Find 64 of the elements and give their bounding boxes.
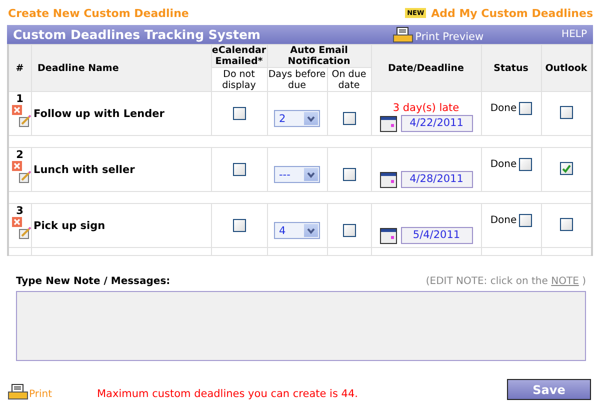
limit-message: Maximum custom deadlines you can create is 44. bbox=[97, 388, 359, 400]
late-note: 3 day(s) late bbox=[392, 102, 460, 114]
add-link[interactable]: Add My Custom Deadlines bbox=[431, 6, 593, 20]
on-due-date-checkbox[interactable] bbox=[342, 168, 356, 181]
column-subheader: Do not display bbox=[211, 68, 267, 92]
panel-title: Custom Deadlines Tracking System bbox=[13, 27, 262, 42]
days-before-select[interactable]: 4 bbox=[274, 222, 320, 239]
date-field[interactable]: 4/22/2011 bbox=[400, 115, 472, 132]
done-checkbox[interactable] bbox=[518, 102, 532, 115]
column-header: Auto Email Notification bbox=[267, 44, 371, 68]
on-due-date-checkbox[interactable] bbox=[342, 224, 356, 237]
outlook-checkbox[interactable] bbox=[560, 162, 573, 176]
print-link[interactable]: Print bbox=[29, 389, 52, 400]
calendar-icon[interactable] bbox=[380, 228, 396, 244]
edit-icon[interactable] bbox=[19, 115, 31, 127]
on-due-date-checkbox[interactable] bbox=[342, 112, 356, 125]
days-before-select[interactable]: 2 bbox=[274, 110, 320, 127]
column-subheader: On due date bbox=[327, 68, 371, 92]
column-header: eCalendar Emailed* bbox=[211, 44, 267, 68]
status-label: Done bbox=[490, 215, 517, 226]
note-link[interactable]: NOTE bbox=[551, 276, 579, 287]
delete-icon[interactable] bbox=[12, 161, 22, 171]
do-not-display-checkbox[interactable] bbox=[232, 219, 246, 232]
column-header: Date/Deadline bbox=[371, 44, 481, 92]
note-label: Type New Note / Messages: bbox=[16, 276, 170, 287]
edit-icon[interactable] bbox=[19, 227, 31, 239]
help-link[interactable]: HELP bbox=[562, 29, 587, 40]
done-checkbox[interactable] bbox=[518, 214, 532, 227]
create-link[interactable]: Create New Custom Deadline bbox=[8, 6, 189, 20]
chevron-down-icon[interactable] bbox=[307, 172, 315, 178]
outlook-checkbox[interactable] bbox=[560, 106, 573, 120]
save-button[interactable]: Save bbox=[507, 379, 591, 400]
delete-icon[interactable] bbox=[12, 105, 22, 115]
done-checkbox[interactable] bbox=[518, 158, 532, 171]
status-label: Done bbox=[490, 159, 517, 170]
row-number: 3 bbox=[15, 205, 24, 217]
column-header: Deadline Name bbox=[31, 44, 211, 92]
chevron-down-icon[interactable] bbox=[307, 116, 315, 122]
calendar-icon[interactable] bbox=[380, 116, 396, 132]
outlook-checkbox[interactable] bbox=[560, 218, 573, 232]
column-header: Outlook bbox=[541, 44, 592, 92]
deadline-name: Pick up sign bbox=[31, 204, 211, 248]
do-not-display-checkbox[interactable] bbox=[232, 107, 246, 120]
column-subheader: Days before due bbox=[267, 68, 327, 92]
row-number: 1 bbox=[15, 93, 24, 105]
days-before-select[interactable]: --- bbox=[274, 166, 320, 183]
chevron-down-icon[interactable] bbox=[307, 228, 315, 234]
date-field[interactable]: 4/28/2011 bbox=[400, 171, 472, 188]
do-not-display-checkbox[interactable] bbox=[232, 163, 246, 176]
column-header: Status bbox=[481, 44, 541, 92]
deadline-name: Follow up with Lender bbox=[31, 92, 211, 136]
printer-icon[interactable] bbox=[393, 26, 414, 42]
date-field[interactable]: 5/4/2011 bbox=[400, 227, 472, 244]
status-label: Done bbox=[490, 103, 517, 114]
delete-icon[interactable] bbox=[12, 217, 22, 227]
note-field[interactable] bbox=[16, 291, 586, 361]
print-icon[interactable] bbox=[8, 384, 28, 400]
print-preview-link[interactable]: Print Preview bbox=[415, 30, 484, 42]
edit-note-hint: (EDIT NOTE: click on the NOTE ) bbox=[426, 276, 586, 287]
column-header: # bbox=[8, 44, 31, 92]
row-number: 2 bbox=[15, 149, 24, 161]
deadline-name: Lunch with seller bbox=[31, 148, 211, 192]
calendar-icon[interactable] bbox=[380, 172, 396, 188]
edit-icon[interactable] bbox=[19, 171, 31, 183]
